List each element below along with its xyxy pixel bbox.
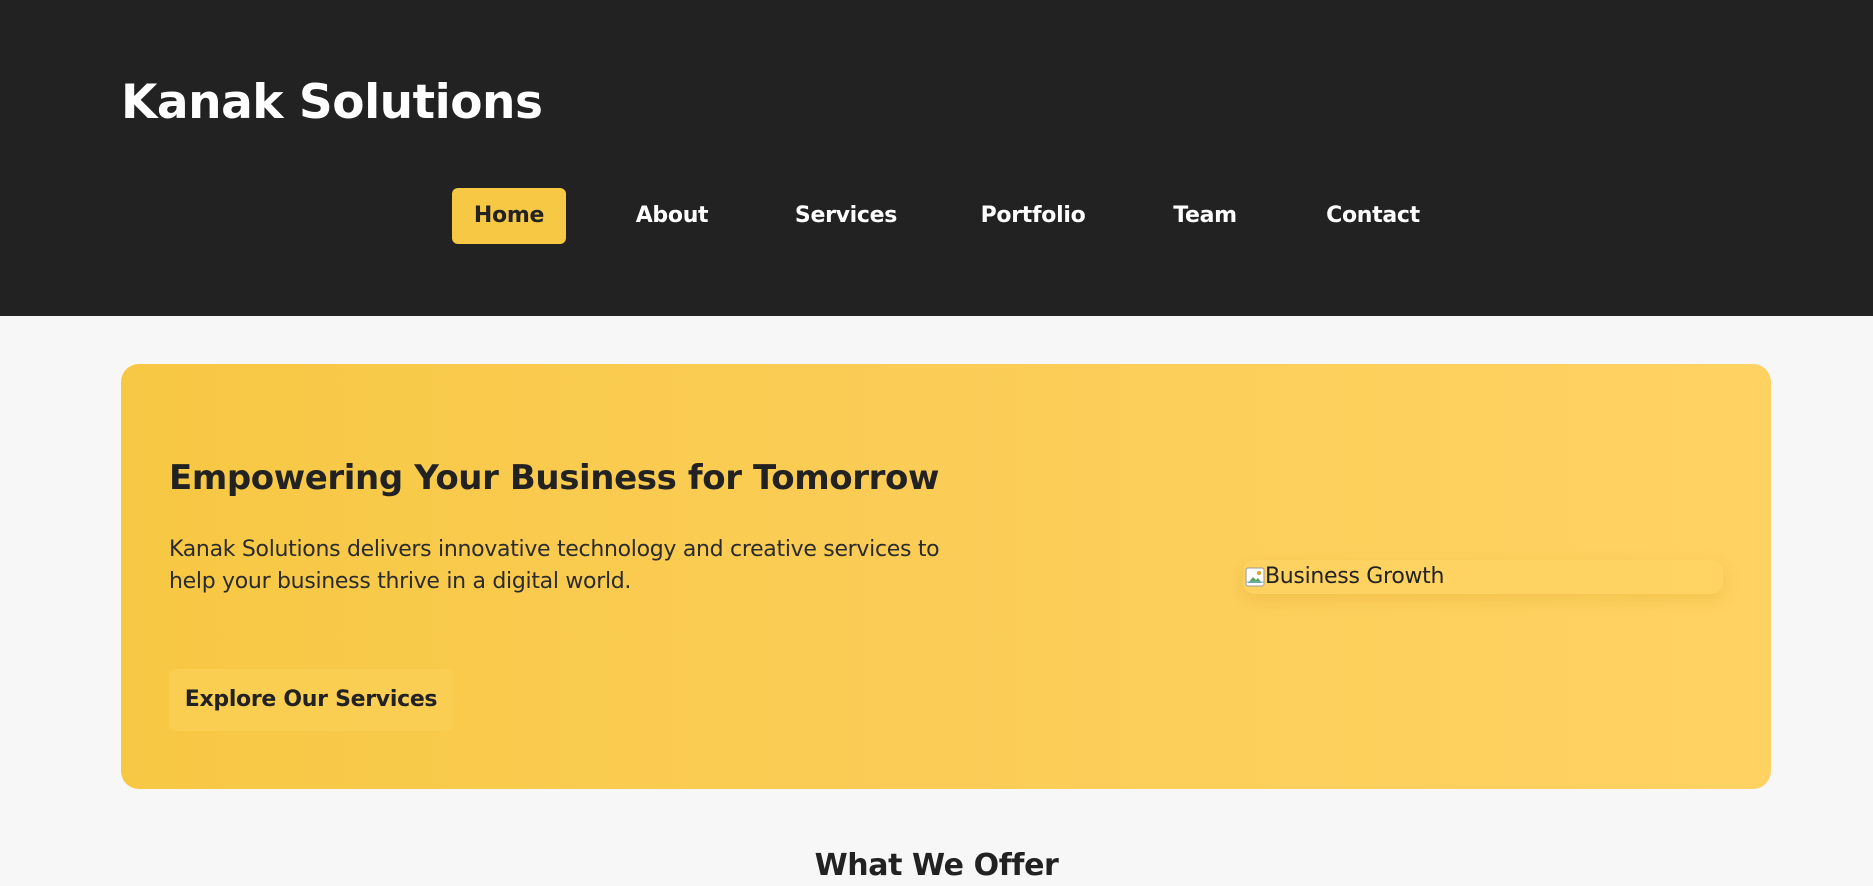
brand-logo-text[interactable]: Kanak Solutions [121, 72, 543, 134]
nav-item-contact[interactable]: Contact [1312, 188, 1434, 244]
nav-item-team[interactable]: Team [1152, 188, 1258, 244]
nav-item-about[interactable]: About [620, 188, 724, 244]
hero-description: Kanak Solutions delivers innovative tech… [169, 537, 940, 594]
hero-image-alt-text: Business Growth [1265, 564, 1445, 589]
site-header: Kanak Solutions Home About Services Port… [0, 0, 1873, 316]
nav-item-home[interactable]: Home [452, 188, 566, 244]
broken-image-icon [1245, 567, 1265, 587]
hero-section: Empowering Your Business for Tomorrow Ka… [121, 364, 1771, 789]
hero-image: Business Growth [1243, 560, 1723, 594]
section-heading: What We Offer [814, 848, 1059, 883]
main-nav: Home About Services Portfolio Team Conta… [0, 188, 1873, 244]
explore-services-button[interactable]: Explore Our Services [169, 669, 453, 731]
nav-item-services[interactable]: Services [778, 188, 914, 244]
nav-item-portfolio[interactable]: Portfolio [968, 188, 1098, 244]
hero-title: Empowering Your Business for Tomorrow [169, 458, 939, 498]
